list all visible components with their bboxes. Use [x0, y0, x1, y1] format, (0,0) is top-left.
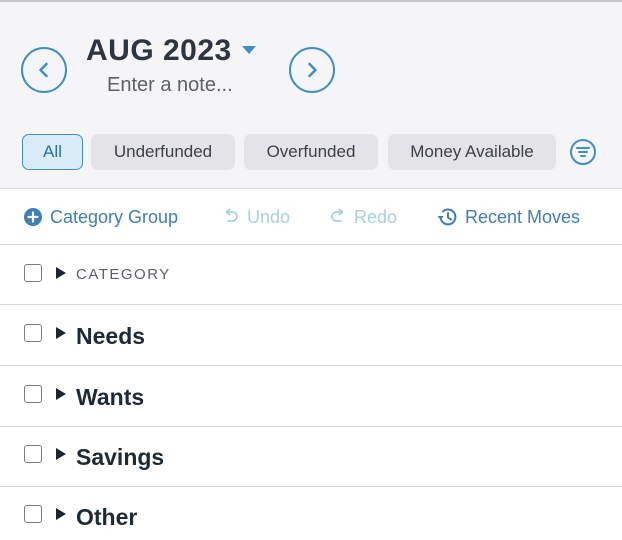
group-checkbox[interactable]: [24, 385, 42, 403]
recent-moves-button[interactable]: Recent Moves: [436, 204, 580, 230]
expand-group-icon[interactable]: [56, 388, 66, 400]
category-group-row[interactable]: Savings: [0, 427, 622, 487]
filter-chip-underfunded[interactable]: Underfunded: [91, 134, 235, 170]
group-checkbox[interactable]: [24, 324, 42, 342]
filter-lines-icon: [570, 139, 596, 165]
filter-chip-overfunded[interactable]: Overfunded: [244, 134, 378, 170]
expand-group-icon[interactable]: [56, 508, 66, 520]
category-column-header: CATEGORY: [76, 266, 171, 283]
recent-moves-label: Recent Moves: [465, 206, 581, 227]
category-group-label: Category Group: [50, 206, 179, 227]
previous-month-button[interactable]: [21, 47, 67, 93]
group-checkbox[interactable]: [24, 505, 42, 523]
filter-options-button[interactable]: [568, 137, 598, 167]
expand-all-icon[interactable]: [56, 267, 66, 279]
undo-label: Undo: [247, 206, 291, 227]
category-header-row: CATEGORY: [0, 245, 622, 305]
month-note-input[interactable]: Enter a note...: [107, 74, 233, 97]
plus-circle-icon: [23, 207, 43, 227]
month-selector[interactable]: AUG 2023: [86, 34, 257, 68]
group-name[interactable]: Savings: [76, 444, 164, 471]
group-checkbox[interactable]: [24, 445, 42, 463]
expand-group-icon[interactable]: [56, 327, 66, 339]
next-month-button[interactable]: [289, 47, 335, 93]
expand-group-icon[interactable]: [56, 448, 66, 460]
month-title: AUG 2023: [86, 34, 232, 67]
category-group-row[interactable]: Wants: [0, 367, 622, 427]
select-all-checkbox[interactable]: [24, 264, 42, 282]
undo-button[interactable]: Undo: [222, 204, 290, 230]
redo-icon: [329, 208, 347, 226]
group-name[interactable]: Other: [76, 504, 137, 531]
budget-page: AUG 2023 Enter a note... All Underfunded…: [0, 0, 622, 540]
chevron-right-icon: [308, 62, 317, 78]
category-group-row[interactable]: Needs: [0, 306, 622, 366]
filter-chip-money-available[interactable]: Money Available: [388, 134, 556, 170]
category-group-row[interactable]: Other: [0, 487, 622, 540]
caret-down-icon[interactable]: [242, 45, 257, 55]
group-name[interactable]: Needs: [76, 323, 145, 350]
history-icon: [436, 207, 458, 227]
redo-button[interactable]: Redo: [329, 204, 397, 230]
group-name[interactable]: Wants: [76, 384, 144, 411]
budget-toolbar: Category Group Undo Redo Recent Moves: [0, 190, 622, 245]
add-category-group-button[interactable]: Category Group: [23, 204, 178, 230]
chevron-left-icon: [39, 62, 48, 78]
filter-chip-all[interactable]: All: [22, 134, 83, 170]
redo-label: Redo: [354, 206, 398, 227]
undo-icon: [222, 208, 240, 226]
